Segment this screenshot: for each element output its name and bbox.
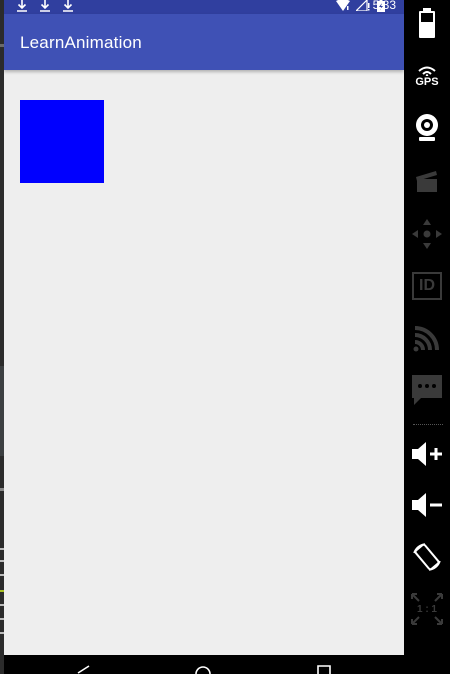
volume-down-button[interactable]	[404, 482, 450, 528]
cast-icon	[413, 326, 439, 352]
device-screen: 5:33 LearnAnimation	[4, 0, 404, 674]
clapperboard-icon	[416, 171, 437, 192]
gps-signal-icon	[418, 66, 436, 76]
status-bar: 5:33	[4, 0, 404, 14]
download-icon	[17, 0, 27, 12]
rotate-icon	[413, 543, 441, 571]
id-label: ID	[419, 277, 435, 294]
directional-pad-button[interactable]	[404, 211, 450, 257]
app-title: LearnAnimation	[20, 33, 142, 52]
gps-label: GPS	[415, 76, 439, 88]
volume-up-icon	[412, 442, 442, 466]
gps-button[interactable]: GPS	[404, 54, 450, 100]
back-icon[interactable]	[76, 665, 90, 674]
id-button[interactable]: ID	[404, 263, 450, 309]
download-icon	[40, 0, 50, 12]
camera-icon	[416, 114, 438, 141]
battery-button[interactable]	[404, 0, 450, 46]
scale-label: 1 : 1	[416, 603, 437, 615]
wifi-icon	[336, 0, 350, 11]
battery-icon	[419, 8, 435, 38]
emulator-toolbar: GPS ID 1 : 1	[404, 0, 450, 674]
message-button[interactable]	[404, 367, 450, 413]
signal-icon	[356, 0, 370, 11]
id-badge-icon: ID	[412, 272, 442, 300]
toolbar-divider	[413, 424, 443, 426]
rotate-button[interactable]	[404, 534, 450, 580]
recents-icon[interactable]	[317, 665, 331, 674]
scale-button[interactable]: 1 : 1	[404, 586, 450, 632]
status-time: 5:33	[372, 0, 396, 12]
app-bar: LearnAnimation	[4, 14, 404, 70]
download-icon	[63, 0, 73, 12]
volume-down-icon	[412, 493, 442, 517]
navigation-bar	[4, 655, 404, 674]
content-area	[4, 70, 404, 655]
home-icon[interactable]	[195, 665, 211, 674]
directional-pad-icon	[412, 219, 442, 249]
media-button[interactable]	[404, 158, 450, 204]
animated-square[interactable]	[20, 100, 104, 183]
cast-button[interactable]	[404, 315, 450, 361]
message-icon	[412, 375, 442, 405]
camera-button[interactable]	[404, 105, 450, 151]
volume-up-button[interactable]	[404, 431, 450, 477]
